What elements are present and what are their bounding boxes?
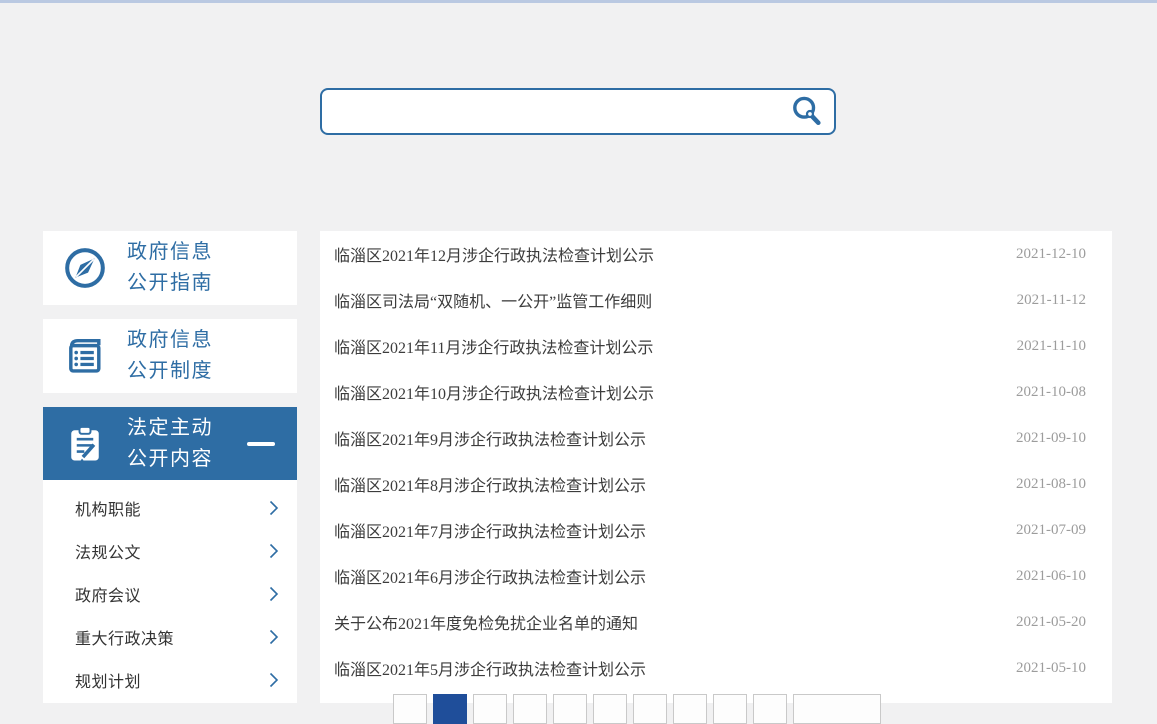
list-item-title[interactable]: 临淄区2021年9月涉企行政执法检查计划公示 [334,426,646,450]
compass-icon [43,245,127,291]
submenu-item-org-functions[interactable]: 机构职能 [43,486,297,529]
submenu-item-label: 重大行政决策 [75,625,174,649]
list-item-date: 2021-12-10 [1016,246,1086,263]
minus-icon[interactable] [247,442,275,446]
sidebar-item-label: 法定主动 公开内容 [127,413,213,475]
chevron-right-icon [269,543,279,559]
article-list-panel: 临淄区2021年12月涉企行政执法检查计划公示 2021-12-10 临淄区司法… [320,231,1112,703]
pagination-button[interactable] [753,694,787,724]
notebook-icon [43,333,127,379]
list-item-title[interactable]: 临淄区2021年7月涉企行政执法检查计划公示 [334,518,646,542]
search-input[interactable] [322,90,780,133]
label-line-1: 政府信息 [127,329,213,351]
sidebar-item-gov-info-guide[interactable]: 政府信息 公开指南 [43,231,297,305]
sidebar-item-label: 政府信息 公开制度 [127,325,213,387]
list-item[interactable]: 临淄区2021年5月涉企行政执法检查计划公示 2021-05-10 [320,645,1112,691]
list-item-title[interactable]: 临淄区2021年10月涉企行政执法检查计划公示 [334,380,654,404]
pagination-button[interactable] [673,694,707,724]
chevron-right-icon [269,672,279,688]
list-item-date: 2021-07-09 [1016,522,1086,539]
pagination-button[interactable] [633,694,667,724]
sidebar-item-gov-info-system[interactable]: 政府信息 公开制度 [43,319,297,393]
list-item-date: 2021-08-10 [1016,476,1086,493]
label-line-1: 法定主动 [127,417,213,439]
sidebar-item-label: 政府信息 公开指南 [127,237,213,299]
list-item-title[interactable]: 临淄区2021年12月涉企行政执法检查计划公示 [334,242,654,266]
label-line-1: 政府信息 [127,241,213,263]
submenu-item-gov-meetings[interactable]: 政府会议 [43,572,297,615]
list-item-title[interactable]: 临淄区2021年8月涉企行政执法检查计划公示 [334,472,646,496]
submenu-item-regulations[interactable]: 法规公文 [43,529,297,572]
submenu-item-label: 机构职能 [75,496,141,520]
list-item[interactable]: 临淄区2021年12月涉企行政执法检查计划公示 2021-12-10 [320,231,1112,277]
label-line-2: 公开内容 [127,448,213,470]
chevron-right-icon [269,586,279,602]
pagination [393,694,881,724]
pagination-button[interactable] [713,694,747,724]
submenu-item-label: 规划计划 [75,668,141,692]
list-item[interactable]: 临淄区2021年7月涉企行政执法检查计划公示 2021-07-09 [320,507,1112,553]
list-item-title[interactable]: 临淄区2021年11月涉企行政执法检查计划公示 [334,334,653,358]
sidebar: 政府信息 公开指南 政府信息 公开制度 [43,231,297,703]
list-item[interactable]: 临淄区2021年11月涉企行政执法检查计划公示 2021-11-10 [320,323,1112,369]
pagination-button[interactable] [473,694,507,724]
list-item[interactable]: 临淄区2021年10月涉企行政执法检查计划公示 2021-10-08 [320,369,1112,415]
list-item[interactable]: 临淄区2021年9月涉企行政执法检查计划公示 2021-09-10 [320,415,1112,461]
list-item-date: 2021-11-10 [1017,338,1086,355]
list-item-date: 2021-10-08 [1016,384,1086,401]
search-icon [790,95,824,129]
search-bar [320,88,836,135]
list-item[interactable]: 临淄区司法局“双随机、一公开”监管工作细则 2021-11-12 [320,277,1112,323]
clipboard-pencil-icon [43,422,127,466]
search-button[interactable] [780,90,834,133]
pagination-button[interactable] [593,694,627,724]
list-item-date: 2021-06-10 [1016,568,1086,585]
pagination-button[interactable] [513,694,547,724]
list-item-title[interactable]: 临淄区2021年6月涉企行政执法检查计划公示 [334,564,646,588]
list-item-title[interactable]: 临淄区2021年5月涉企行政执法检查计划公示 [334,656,646,680]
pagination-next-button[interactable] [793,694,881,724]
list-item[interactable]: 临淄区2021年8月涉企行政执法检查计划公示 2021-08-10 [320,461,1112,507]
list-item-date: 2021-05-20 [1016,614,1086,631]
chevron-right-icon [269,629,279,645]
pagination-button-active[interactable] [433,694,467,724]
list-item[interactable]: 关于公布2021年度免检免扰企业名单的通知 2021-05-20 [320,599,1112,645]
submenu-item-planning[interactable]: 规划计划 [43,658,297,701]
submenu-item-major-decisions[interactable]: 重大行政决策 [43,615,297,658]
label-line-2: 公开指南 [127,272,213,294]
submenu-item-label: 法规公文 [75,539,141,563]
submenu-item-label: 政府会议 [75,582,141,606]
list-item-date: 2021-11-12 [1017,292,1086,309]
chevron-right-icon [269,500,279,516]
list-item-date: 2021-09-10 [1016,430,1086,447]
top-accent-line [0,0,1157,3]
list-item-title[interactable]: 关于公布2021年度免检免扰企业名单的通知 [334,610,638,634]
pagination-button[interactable] [553,694,587,724]
sidebar-item-statutory-disclosure[interactable]: 法定主动 公开内容 [43,407,297,480]
pagination-button[interactable] [393,694,427,724]
list-item-date: 2021-05-10 [1016,660,1086,677]
sidebar-submenu: 机构职能 法规公文 政府会议 重大行政决策 规划计划 [43,480,297,703]
list-item-title[interactable]: 临淄区司法局“双随机、一公开”监管工作细则 [334,288,652,312]
label-line-2: 公开制度 [127,360,213,382]
list-item[interactable]: 临淄区2021年6月涉企行政执法检查计划公示 2021-06-10 [320,553,1112,599]
